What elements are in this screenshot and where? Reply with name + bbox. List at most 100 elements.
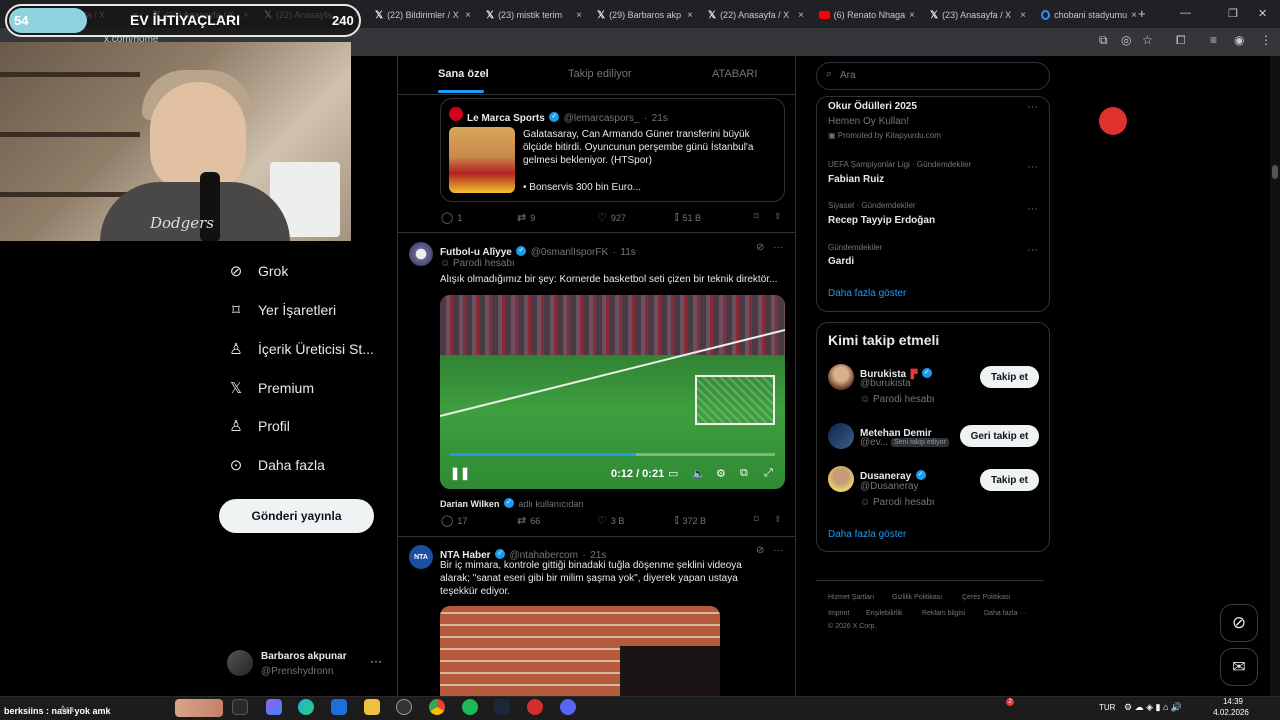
trend-title[interactable]: Recep Tayyip Erdoğan <box>828 215 935 226</box>
share-icon[interactable]: ⇪ <box>774 211 782 222</box>
copilot-icon[interactable] <box>266 699 282 715</box>
file-explorer-icon[interactable] <box>364 699 380 715</box>
eye-off-icon[interactable]: ◎ <box>1121 33 1131 47</box>
star-icon[interactable]: ☆ <box>1142 33 1153 47</box>
author-name[interactable]: Futbol-u Alîyye <box>440 247 512 258</box>
footer-accessibility[interactable]: Erişilebilirlik <box>866 610 903 617</box>
store-icon[interactable] <box>331 699 347 715</box>
post-video-thumbnail[interactable] <box>440 606 720 696</box>
account-name[interactable]: Barbaros akpunar <box>261 651 347 662</box>
nav-creator-studio[interactable]: ♙ İçerik Üreticisi St... <box>228 334 374 364</box>
steam-icon[interactable] <box>494 699 510 715</box>
avatar[interactable] <box>828 423 854 449</box>
widgets-icon[interactable] <box>175 699 223 717</box>
browser-tab[interactable]: 𝕏 (23) mistik terim × <box>480 4 588 26</box>
language-indicator[interactable]: TUR <box>1099 703 1115 712</box>
more-icon[interactable]: ··· <box>1027 161 1038 173</box>
trend-title[interactable]: Gardi <box>828 256 854 267</box>
fullscreen-icon[interactable]: ⤢ <box>764 467 773 480</box>
more-icon[interactable]: ··· <box>1027 203 1038 215</box>
menu-dots-icon[interactable]: ⋮ <box>1260 33 1272 47</box>
tab-atabari[interactable]: ATABARI <box>712 68 757 80</box>
task-view-icon[interactable] <box>232 699 248 715</box>
tab-close-icon[interactable]: × <box>909 10 915 21</box>
grok-icon[interactable]: ⊘ <box>756 242 764 253</box>
avatar[interactable]: NTA <box>409 545 433 569</box>
clock-time[interactable]: 14:39 <box>1213 697 1253 706</box>
avatar[interactable] <box>409 242 433 266</box>
trend-title[interactable]: Fabian Ruiz <box>828 174 884 185</box>
nav-grok[interactable]: ⊘ Grok <box>228 256 289 286</box>
avatar[interactable] <box>828 364 854 390</box>
reply-button[interactable]: ◯ 1 <box>441 211 462 224</box>
author-name[interactable]: Le Marca Sports <box>467 113 545 124</box>
volume-icon[interactable]: 🔈 <box>692 467 706 480</box>
profile-icon[interactable]: ◉ <box>1234 33 1244 47</box>
footer-privacy[interactable]: Gizlilik Politikası <box>892 594 942 601</box>
tab-close-icon[interactable]: × <box>1020 10 1026 21</box>
more-icon[interactable]: ··· <box>1027 101 1038 113</box>
pause-icon[interactable]: ❚❚ <box>450 466 470 480</box>
tab-close-icon[interactable]: × <box>687 10 693 21</box>
views-button[interactable]: ⫾ 372 B <box>675 514 706 527</box>
views-button[interactable]: ⫾ 51 B <box>675 211 701 224</box>
spotify-icon[interactable] <box>462 699 478 715</box>
reply-button[interactable]: ◯ 17 <box>441 514 467 527</box>
show-more-trends[interactable]: Daha fazla göster <box>828 288 906 299</box>
xbox-icon[interactable] <box>396 699 412 715</box>
scrollbar[interactable] <box>1270 56 1280 696</box>
tab-following[interactable]: Takip ediliyor <box>568 68 632 80</box>
browser-tab[interactable]: 𝕏(23) Anasayfa / X × <box>924 4 1032 26</box>
quoted-post-image[interactable] <box>449 127 515 193</box>
footer-cookies[interactable]: Çerez Politikası <box>962 594 1011 601</box>
extensions-icon[interactable]: ⧠ <box>1176 33 1186 48</box>
avatar[interactable] <box>828 466 854 492</box>
credit-name[interactable]: Darian Wilken <box>440 499 499 509</box>
media-icon[interactable]: ≡ <box>1210 33 1217 47</box>
follow-button[interactable]: Takip et <box>980 469 1039 491</box>
pip-icon[interactable]: ⧉ <box>740 467 748 480</box>
taskbar-search[interactable]: Ara <box>60 704 74 714</box>
video-player[interactable] <box>440 295 785 489</box>
close-window-icon[interactable]: ✕ <box>1258 7 1267 20</box>
browser-tab[interactable]: 𝕏 (29) Barbaros akp × <box>591 4 699 26</box>
grok-icon[interactable]: ⊘ <box>756 545 764 556</box>
minimize-icon[interactable]: — <box>1180 7 1191 19</box>
trend-title[interactable]: Okur Ödülleri 2025 <box>828 101 917 112</box>
settings-icon[interactable]: ⚙ <box>716 467 726 480</box>
tab-close-icon[interactable]: × <box>576 10 582 21</box>
follow-back-button[interactable]: Geri takip et <box>960 425 1039 447</box>
discord-icon[interactable] <box>560 699 576 715</box>
bookmark-icon[interactable]: ⌑ <box>754 211 759 222</box>
obs-icon[interactable] <box>527 699 543 715</box>
nav-more[interactable]: ⊙ Daha fazla <box>228 450 325 480</box>
maximize-icon[interactable]: ❐ <box>1228 7 1238 20</box>
repost-button[interactable]: ⇄ 9 <box>517 211 535 224</box>
grok-floating-button[interactable]: ⊘ <box>1220 604 1258 642</box>
captions-icon[interactable]: ▭ <box>668 467 678 480</box>
nav-profile[interactable]: ♙ Profil <box>228 411 290 441</box>
account-more-button[interactable]: ··· <box>370 654 382 668</box>
tab-close-icon[interactable]: × <box>465 10 471 21</box>
nav-premium[interactable]: 𝕏 Premium <box>228 373 314 403</box>
share-icon[interactable]: ⇪ <box>774 514 782 525</box>
tab-for-you[interactable]: Sana özel <box>438 68 489 80</box>
tab-close-icon[interactable]: × <box>798 10 804 21</box>
install-icon[interactable]: ⧉ <box>1099 33 1108 48</box>
footer-terms[interactable]: Hizmet Şartları <box>828 594 874 601</box>
new-tab-button[interactable]: + <box>1138 6 1146 21</box>
post-button[interactable]: Gönderi yayınla <box>219 499 374 533</box>
show-more-suggestions[interactable]: Daha fazla göster <box>828 529 906 540</box>
footer-more[interactable]: Daha fazla ··· <box>984 610 1026 617</box>
more-icon[interactable]: ··· <box>773 242 783 253</box>
clock-date[interactable]: 4.02.2026 <box>1206 708 1256 717</box>
like-button[interactable]: ♡ 3 B <box>597 514 624 527</box>
browser-tab[interactable]: 𝕏 (22) Bildirimler / X × <box>369 4 477 26</box>
footer-ads-info[interactable]: Reklam bilgisi <box>922 610 965 617</box>
bookmark-icon[interactable]: ⌑ <box>754 514 759 525</box>
system-tray-icons[interactable]: ⚙ ☁ ◈ ▮ ⌂ 🔊 <box>1124 702 1182 713</box>
edge-icon[interactable] <box>298 699 314 715</box>
tab-close-icon[interactable]: × <box>1131 10 1137 21</box>
avatar[interactable] <box>227 650 253 676</box>
browser-tab[interactable]: 𝕏 (22) Anasayfa / X × <box>702 4 810 26</box>
